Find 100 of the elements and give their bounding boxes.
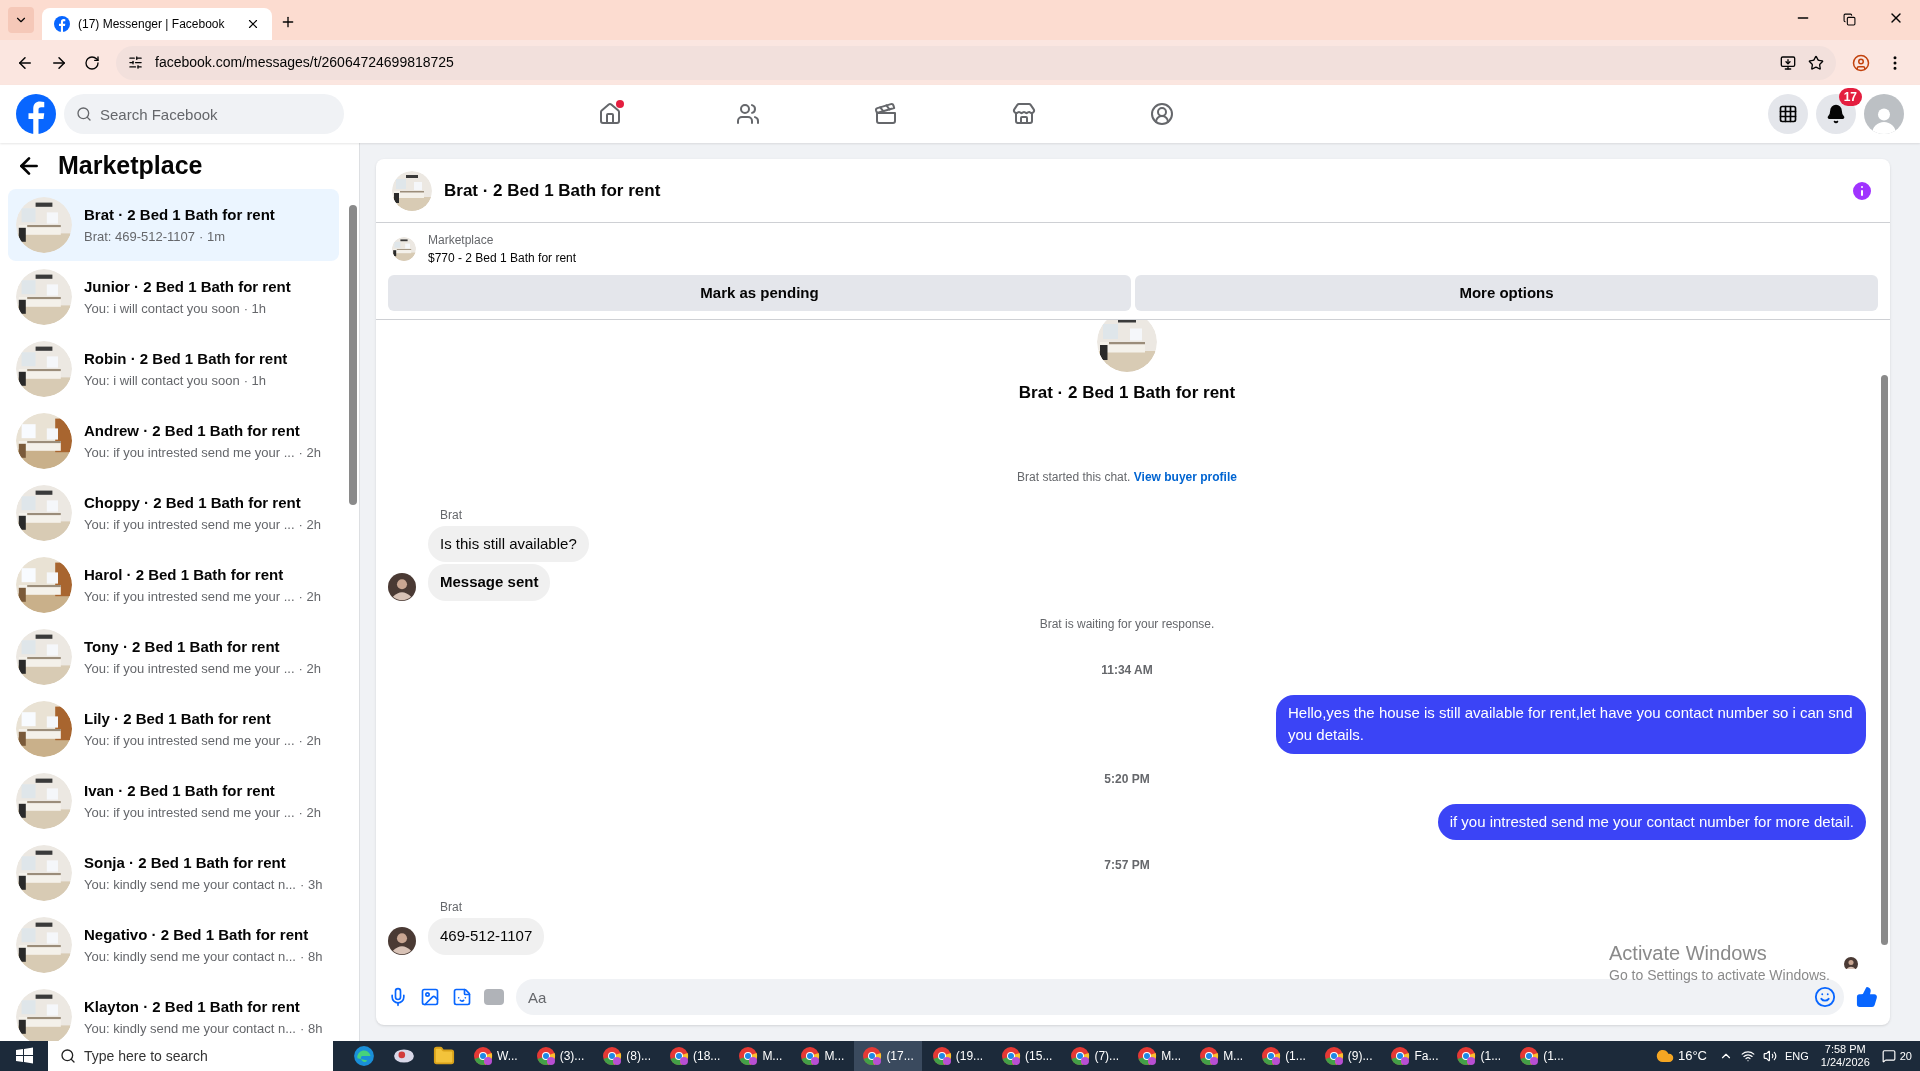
message-preview: You: if you intrested send me your ... (84, 659, 295, 678)
image-icon[interactable] (420, 987, 440, 1007)
volume-icon[interactable] (1762, 1049, 1777, 1063)
browser-tab[interactable]: (17) Messenger | Facebook (42, 8, 272, 40)
chrome-icon (1390, 1046, 1411, 1066)
taskbar-app[interactable]: M... (730, 1041, 791, 1071)
taskbar-app[interactable]: M... (1191, 1041, 1252, 1071)
conversation-title: Harol · 2 Bed 1 Bath for rent (84, 565, 285, 585)
close-icon[interactable] (246, 17, 260, 31)
conversation-item[interactable]: Klayton · 2 Bed 1 Bath for rent You: kindly send me your contact n... · 8h (8, 981, 339, 1041)
activation-title: Activate Windows (1609, 941, 1768, 965)
facebook-icon (54, 16, 70, 32)
microphone-icon[interactable] (388, 987, 408, 1007)
scrollbar-thumb[interactable] (1880, 375, 1888, 945)
conversation-item[interactable]: Ivan · 2 Bed 1 Bath for rent You: if you intrested send me your ... · 2h (8, 765, 339, 837)
emoji-icon[interactable] (1814, 986, 1836, 1008)
taskbar-search[interactable]: Type here to search (48, 1041, 333, 1071)
taskbar-app[interactable]: (8)... (594, 1041, 659, 1071)
message-preview: You: if you intrested send me your ... (84, 803, 295, 822)
notifications-button[interactable] (1816, 94, 1856, 134)
chrome-icon (1323, 1046, 1344, 1066)
conversation-title: Sonja · 2 Bed 1 Bath for rent (84, 853, 287, 873)
taskbar-app[interactable]: (17... (854, 1041, 922, 1071)
conversation-title: Brat · 2 Bed 1 Bath for rent (84, 205, 275, 225)
clock-time: 7:58 PM (1824, 1043, 1866, 1056)
message-preview: You: if you intrested send me your ... (84, 515, 295, 534)
sticker-icon[interactable] (452, 987, 472, 1007)
conversation-item[interactable]: Choppy · 2 Bed 1 Bath for rent You: if you intrested send me your ... · 2h (8, 477, 339, 549)
chrome-icon (1456, 1046, 1477, 1066)
conversation-item[interactable]: Tony · 2 Bed 1 Bath for rent You: if you intrested send me your ... · 2h (8, 621, 339, 693)
message-time: · 1m (199, 227, 226, 246)
taskbar-app[interactable]: (9)... (1315, 1041, 1381, 1071)
restore-icon[interactable] (1843, 13, 1856, 26)
taskbar-app[interactable]: (1... (1448, 1041, 1510, 1071)
message-time: · 8h (300, 1019, 323, 1038)
sidebar-title: Marketplace (58, 150, 203, 182)
weather-icon[interactable] (1655, 1047, 1674, 1065)
network-icon[interactable] (1740, 1049, 1755, 1063)
profile-icon[interactable] (1852, 53, 1870, 72)
listing-action-button[interactable]: Mark as pending (388, 275, 1131, 311)
conversation-item[interactable]: Sonja · 2 Bed 1 Bath for rent You: kindly send me your contact n... · 3h (8, 837, 339, 909)
message-preview: You: kindly send me your contact n... (84, 1019, 296, 1038)
search-field[interactable]: Search Facebook (64, 94, 344, 134)
taskbar-app[interactable]: (7)... (1062, 1041, 1128, 1071)
taskbar-app[interactable]: (18... (661, 1041, 729, 1071)
message-preview: You: if you intrested send me your ... (84, 443, 295, 462)
new-tab-icon[interactable] (280, 14, 296, 30)
conversation-title: Junior · 2 Bed 1 Bath for rent (84, 277, 291, 297)
conversation-item[interactable]: Junior · 2 Bed 1 Bath for rent You: i will contact you soon · 1h (8, 261, 339, 333)
listing-action-button[interactable]: More options (1135, 275, 1878, 311)
message-preview: You: kindly send me your contact n... (84, 875, 296, 894)
install-icon[interactable] (1780, 54, 1796, 71)
message-time: · 1h (243, 371, 267, 390)
taskbar-app[interactable]: (3)... (527, 1041, 593, 1071)
conversation-title: Klayton · 2 Bed 1 Bath for rent (84, 997, 301, 1017)
site-settings-icon[interactable] (128, 55, 143, 70)
message-time: · 2h (298, 803, 321, 822)
conversation-title: Ivan · 2 Bed 1 Bath for rent (84, 781, 276, 801)
conversation-title: Lily · 2 Bed 1 Bath for rent (84, 709, 272, 729)
like-icon[interactable] (1856, 986, 1878, 1008)
folder-icon (433, 1045, 455, 1067)
taskbar-app[interactable]: (1... (1253, 1041, 1314, 1071)
nav-tab[interactable] (1148, 100, 1176, 128)
taskbar-app[interactable]: Fa... (1382, 1041, 1447, 1071)
conversation-title: Negativo · 2 Bed 1 Bath for rent (84, 925, 310, 945)
conversation-title: Choppy · 2 Bed 1 Bath for rent (84, 493, 302, 513)
friends-icon (736, 102, 760, 126)
conversation-item[interactable]: Harol · 2 Bed 1 Bath for rent You: if you intrested send me your ... · 2h (8, 549, 339, 621)
taskbar-app[interactable]: (1... (1511, 1041, 1572, 1071)
bookmark-icon[interactable] (1808, 54, 1824, 71)
tab-list-button[interactable] (8, 7, 34, 33)
conversation-item[interactable]: Andrew · 2 Bed 1 Bath for rent You: if you intrested send me your ... · 2h (8, 405, 339, 477)
chrome-icon (1261, 1046, 1282, 1066)
message-preview: You: if you intrested send me your ... (84, 587, 295, 606)
notification-center[interactable]: 20 (1881, 1047, 1912, 1065)
conversation-item[interactable]: Lily · 2 Bed 1 Bath for rent You: if you intrested send me your ... · 2h (8, 693, 339, 765)
conversation-item[interactable]: Brat · 2 Bed 1 Bath for rent Brat: 469-512-1107 · 1m (8, 189, 339, 261)
menu-button[interactable] (1768, 94, 1808, 134)
taskbar-app[interactable]: (19... (923, 1041, 992, 1071)
grid-icon (1778, 104, 1798, 124)
sender-name: Brat (440, 899, 463, 916)
video-icon (874, 102, 898, 126)
taskbar-app[interactable]: W... (465, 1041, 526, 1071)
taskbar-app[interactable]: (15... (993, 1041, 1061, 1071)
reload-icon[interactable] (84, 54, 100, 71)
system-message: Brat started this chat. View buyer profile (1017, 468, 1237, 486)
address-bar[interactable]: facebook.com/messages/t/26064724699818725 (116, 45, 1836, 80)
message-time: · 1h (243, 299, 267, 318)
chat-title: Brat · 2 Bed 1 Bath for rent (444, 179, 662, 202)
timestamp: 11:34 AM (1101, 661, 1153, 679)
taskbar-app[interactable]: M... (1129, 1041, 1190, 1071)
conversation-item[interactable]: Negativo · 2 Bed 1 Bath for rent You: kindly send me your contact n... · 8h (8, 909, 339, 981)
profile-name: Brat · 2 Bed 1 Bath for rent (1018, 382, 1236, 404)
buyer-profile-link[interactable]: View buyer profile (1133, 469, 1237, 484)
conversation-item[interactable]: Robin · 2 Bed 1 Bath for rent You: i will contact you soon · 1h (8, 333, 339, 405)
scrollbar-thumb[interactable] (349, 205, 357, 505)
taskbar-app[interactable]: M... (792, 1041, 853, 1071)
facebook-logo[interactable] (16, 94, 56, 134)
chrome-icon (473, 1046, 493, 1066)
browser-icon (353, 1045, 375, 1067)
